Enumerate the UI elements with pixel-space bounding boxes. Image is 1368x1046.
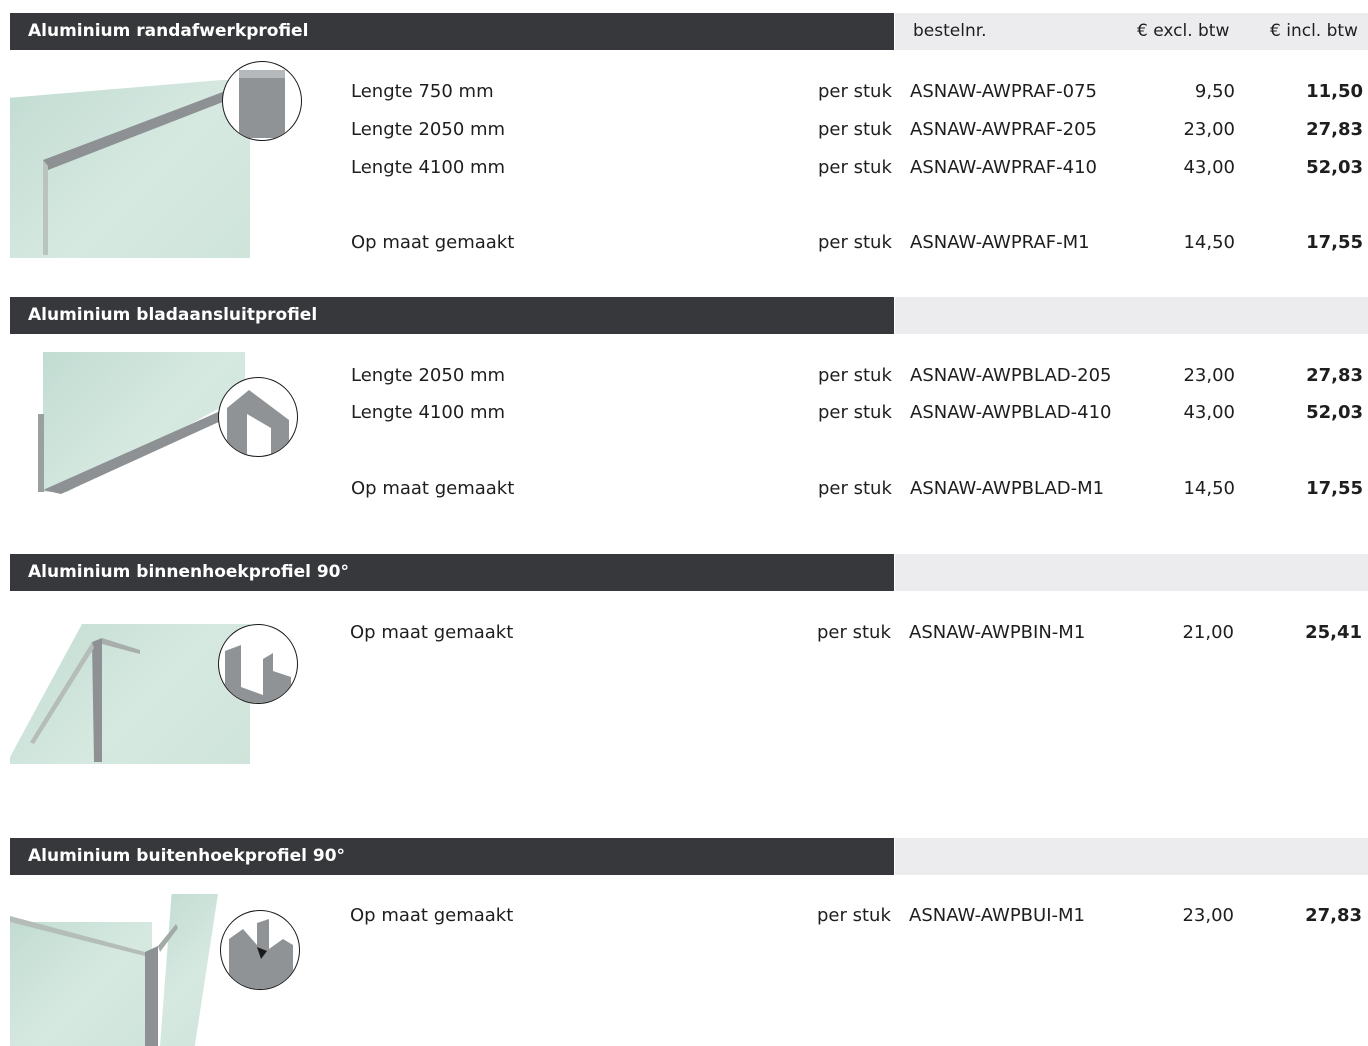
column-header-price-incl: € incl. btw xyxy=(1270,21,1358,41)
row-unit: per stuk xyxy=(818,402,892,423)
row-price-incl: 52,03 xyxy=(1306,157,1363,178)
row-unit: per stuk xyxy=(818,157,892,178)
row-unit: per stuk xyxy=(818,232,892,253)
row-unit: per stuk xyxy=(818,478,892,499)
row-price-excl: 23,00 xyxy=(1182,905,1234,926)
table-row: Lengte 4100 mm per stuk ASNAW-AWPRAF-410… xyxy=(0,153,1368,183)
section-title: Aluminium buitenhoekprofiel 90° xyxy=(10,838,894,875)
row-description: Lengte 750 mm xyxy=(351,81,494,102)
row-description: Op maat gemaakt xyxy=(350,905,514,926)
section-title: Aluminium bladaansluitprofiel xyxy=(10,297,894,334)
table-row: Op maat gemaakt per stuk ASNAW-AWPBIN-M1… xyxy=(0,618,1368,648)
row-description: Lengte 4100 mm xyxy=(351,157,506,178)
row-order-number: ASNAW-AWPRAF-M1 xyxy=(910,232,1090,253)
table-row: Op maat gemaakt per stuk ASNAW-AWPBLAD-M… xyxy=(0,474,1368,504)
section-bladaansluitprofiel: Aluminium bladaansluitprofiel Lengte 205… xyxy=(0,297,1368,527)
row-price-excl: 9,50 xyxy=(1194,81,1235,102)
row-order-number: ASNAW-AWPRAF-075 xyxy=(910,81,1097,102)
row-price-incl: 17,55 xyxy=(1306,478,1363,499)
row-description: Lengte 2050 mm xyxy=(351,119,506,140)
row-price-excl: 23,00 xyxy=(1183,119,1235,140)
row-price-incl: 11,50 xyxy=(1306,81,1363,102)
row-unit: per stuk xyxy=(818,119,892,140)
row-price-incl: 27,83 xyxy=(1306,119,1363,140)
row-price-excl: 14,50 xyxy=(1183,232,1235,253)
row-price-excl: 14,50 xyxy=(1183,478,1235,499)
table-row: Lengte 4100 mm per stuk ASNAW-AWPBLAD-41… xyxy=(0,398,1368,428)
table-row: Op maat gemaakt per stuk ASNAW-AWPRAF-M1… xyxy=(0,228,1368,258)
section-randafwerkprofiel: Aluminium randafwerkprofiel bestelnr. € … xyxy=(0,13,1368,273)
column-header-bar xyxy=(895,297,1368,334)
row-order-number: ASNAW-AWPRAF-205 xyxy=(910,119,1097,140)
row-unit: per stuk xyxy=(818,365,892,386)
table-row: Lengte 2050 mm per stuk ASNAW-AWPBLAD-20… xyxy=(0,361,1368,391)
column-header-bar xyxy=(895,554,1368,591)
row-price-incl: 17,55 xyxy=(1306,232,1363,253)
row-unit: per stuk xyxy=(818,81,892,102)
section-title: Aluminium randafwerkprofiel xyxy=(10,13,894,50)
row-unit: per stuk xyxy=(817,905,891,926)
row-order-number: ASNAW-AWPBLAD-M1 xyxy=(910,478,1105,499)
row-order-number: ASNAW-AWPBIN-M1 xyxy=(909,622,1086,643)
row-description: Op maat gemaakt xyxy=(351,478,515,499)
row-order-number: ASNAW-AWPRAF-410 xyxy=(910,157,1097,178)
row-price-excl: 23,00 xyxy=(1183,365,1235,386)
row-description: Op maat gemaakt xyxy=(351,232,515,253)
table-row: Lengte 750 mm per stuk ASNAW-AWPRAF-075 … xyxy=(0,77,1368,107)
row-price-excl: 43,00 xyxy=(1183,157,1235,178)
section-buitenhoekprofiel: Aluminium buitenhoekprofiel 90° Op maat … xyxy=(0,838,1368,1046)
row-description: Lengte 2050 mm xyxy=(351,365,506,386)
section-binnenhoekprofiel: Aluminium binnenhoekprofiel 90° Op maat … xyxy=(0,554,1368,784)
table-row: Lengte 2050 mm per stuk ASNAW-AWPRAF-205… xyxy=(0,115,1368,145)
column-header-bar xyxy=(895,838,1368,875)
column-header-order-no: bestelnr. xyxy=(913,21,987,41)
row-price-incl: 27,83 xyxy=(1305,905,1362,926)
row-price-incl: 52,03 xyxy=(1306,402,1363,423)
row-description: Lengte 4100 mm xyxy=(351,402,506,423)
row-price-incl: 27,83 xyxy=(1306,365,1363,386)
row-price-excl: 43,00 xyxy=(1183,402,1235,423)
row-description: Op maat gemaakt xyxy=(350,622,514,643)
table-row: Op maat gemaakt per stuk ASNAW-AWPBUI-M1… xyxy=(0,901,1368,931)
row-order-number: ASNAW-AWPBUI-M1 xyxy=(909,905,1085,926)
section-title: Aluminium binnenhoekprofiel 90° xyxy=(10,554,894,591)
row-price-excl: 21,00 xyxy=(1182,622,1234,643)
row-order-number: ASNAW-AWPBLAD-205 xyxy=(910,365,1112,386)
row-order-number: ASNAW-AWPBLAD-410 xyxy=(910,402,1112,423)
column-header-price-excl: € excl. btw xyxy=(1137,21,1230,41)
row-price-incl: 25,41 xyxy=(1305,622,1362,643)
row-unit: per stuk xyxy=(817,622,891,643)
